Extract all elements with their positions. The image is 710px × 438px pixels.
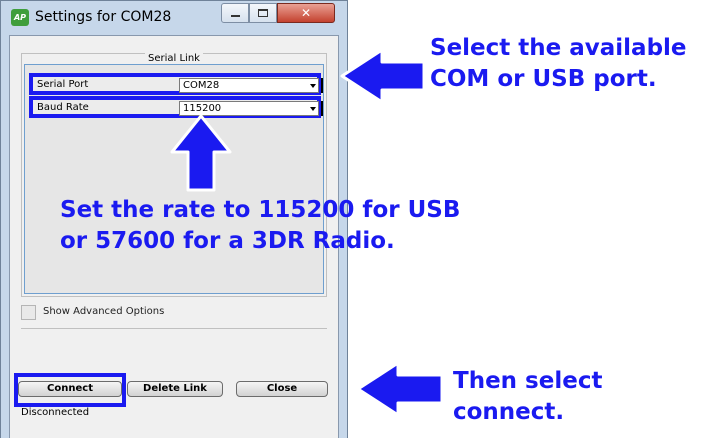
arrow-left-icon (356, 361, 444, 417)
delete-link-button[interactable]: Delete Link (127, 381, 223, 397)
maximize-button[interactable] (249, 3, 277, 23)
app-icon: AP (11, 9, 29, 26)
annotation-select-connect: Then select connect. (453, 368, 603, 425)
close-button[interactable]: Close (236, 381, 328, 397)
arrow-left-icon (340, 48, 426, 104)
serial-port-select[interactable]: COM28 (179, 78, 323, 93)
annotation-set-rate: Set the rate to 115200 for USB or 57600 … (60, 197, 461, 254)
connection-status: Disconnected (21, 407, 90, 418)
chevron-down-icon[interactable] (310, 84, 316, 88)
annotation-select-port: Select the available COM or USB port. (430, 35, 687, 92)
minimize-icon (230, 15, 240, 17)
serial-port-row: Serial Port COM28 (29, 73, 323, 95)
divider (21, 328, 327, 329)
close-window-button[interactable]: ✕ (277, 3, 335, 23)
connect-button[interactable]: Connect (18, 381, 122, 397)
arrow-up-icon (170, 114, 232, 192)
minimize-button[interactable] (221, 3, 249, 23)
advanced-options-checkbox[interactable] (21, 305, 36, 320)
serial-port-value: COM28 (183, 80, 220, 91)
window-title: Settings for COM28 (35, 9, 172, 25)
serial-link-title: Serial Link (145, 53, 203, 64)
chevron-down-icon[interactable] (310, 107, 316, 111)
serial-port-label: Serial Port (37, 79, 89, 90)
baud-rate-label: Baud Rate (37, 102, 89, 113)
maximize-icon (258, 9, 268, 17)
advanced-options-label[interactable]: Show Advanced Options (43, 306, 164, 317)
close-icon: ✕ (300, 6, 312, 20)
title-bar[interactable]: AP Settings for COM28 ✕ (1, 1, 347, 35)
